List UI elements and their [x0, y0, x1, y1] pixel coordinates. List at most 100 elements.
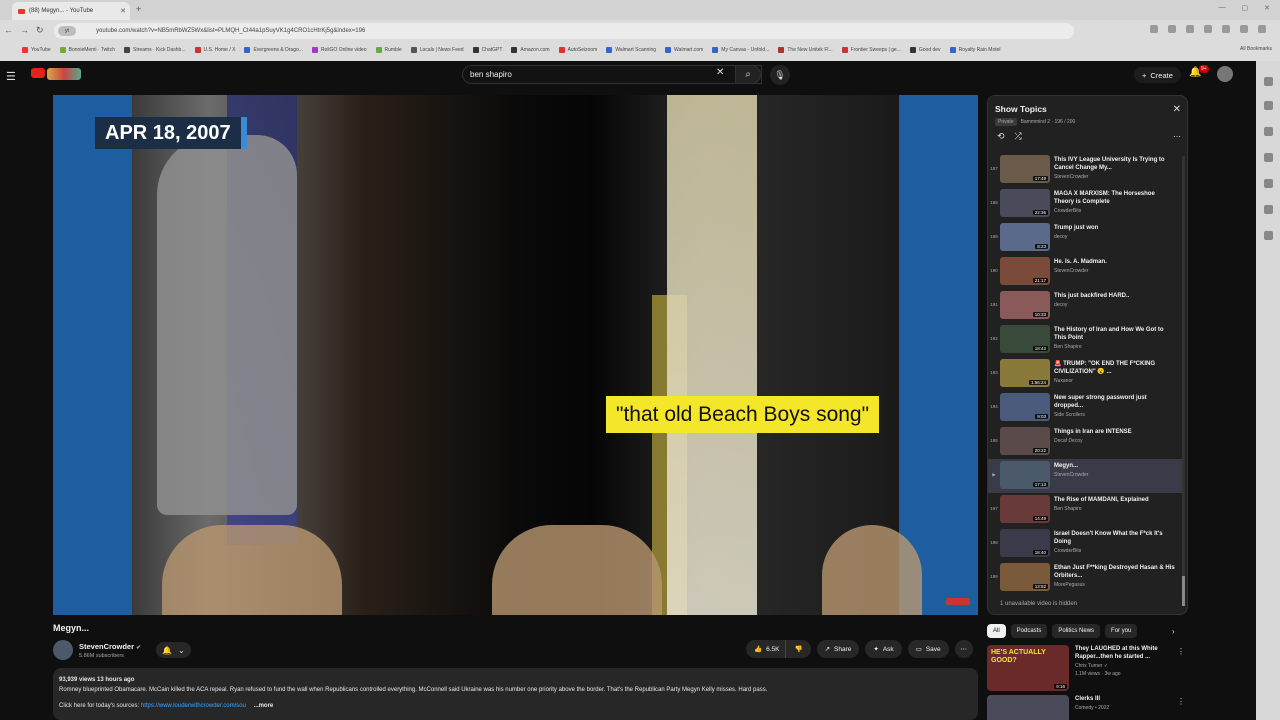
- playlist-item-title[interactable]: Ethan Just F**king Destroyed Hasan & His…: [1054, 564, 1175, 580]
- video-thumbnail[interactable]: 17:49: [1000, 155, 1050, 183]
- playlist-item-title[interactable]: The Rise of MAMDANI, Explained: [1054, 496, 1175, 504]
- playlist-item-title[interactable]: He. Is. A. Madman.: [1054, 258, 1175, 266]
- chevron-right-icon[interactable]: ›: [1172, 627, 1175, 636]
- playlist-scrollbar[interactable]: [1182, 156, 1185, 606]
- forward-icon[interactable]: →: [20, 25, 29, 35]
- extension-icon[interactable]: [1186, 25, 1194, 33]
- minimize-icon[interactable]: —: [1219, 4, 1226, 12]
- playlist-item[interactable]: 198 18:40 Israel Doesn't Know What the F*c…: [988, 527, 1183, 561]
- voice-search-button[interactable]: 🎙: [770, 65, 790, 85]
- more-dots-icon[interactable]: ⋮: [1177, 697, 1185, 706]
- playlist-item[interactable]: 192 18:43 The History of Iran and How We G…: [988, 323, 1183, 357]
- playlist-item-title[interactable]: This IVY League University Is Trying to …: [1054, 156, 1175, 172]
- bookmark-item[interactable]: Rumble: [375, 47, 402, 53]
- bookmark-item[interactable]: BonnieMemi · Twitch: [59, 47, 115, 53]
- back-icon[interactable]: ←: [4, 25, 13, 35]
- video-thumbnail[interactable]: 10:33: [1000, 291, 1050, 319]
- playlist-item[interactable]: 189 8:23 Trump just won decoy: [988, 221, 1183, 255]
- extension-icon[interactable]: [1168, 25, 1176, 33]
- playlist-item-title[interactable]: New super strong password just dropped..…: [1054, 394, 1175, 410]
- playlist-item[interactable]: 197 14:49 The Rise of MAMDANI, Explained Be…: [988, 493, 1183, 527]
- playlist-item-title[interactable]: The History of Iran and How We Got to Th…: [1054, 326, 1175, 342]
- more-dots-icon[interactable]: ⋮: [1177, 647, 1185, 656]
- share-button[interactable]: ↗ Share: [816, 640, 860, 658]
- playlist-item-title[interactable]: MAGA X MARXISM: The Horseshoe Theory is …: [1054, 190, 1175, 206]
- playlist-item[interactable]: 191 10:33 This just backfired HARD.. decoy: [988, 289, 1183, 323]
- video-thumbnail[interactable]: 18:43: [1000, 325, 1050, 353]
- loop-icon[interactable]: ⟲: [997, 131, 1005, 142]
- recommended-thumbnail[interactable]: HE'S ACTUALLY GOOD? 9:16: [987, 645, 1069, 691]
- video-thumbnail[interactable]: 17:13: [1000, 461, 1050, 489]
- recommended-video[interactable]: HE'S ACTUALLY GOOD? 9:16 They LAUGHED at t…: [987, 645, 1187, 693]
- bookmark-item[interactable]: Walmart.com: [665, 47, 703, 53]
- bookmark-item[interactable]: Frontier Sweeps | ge...: [841, 47, 901, 53]
- description-box[interactable]: 93,939 views 13 hours ago Romney bluepri…: [53, 668, 978, 720]
- subscribed-button[interactable]: 🔔 ⌄: [156, 642, 191, 658]
- playlist-item-title[interactable]: 🚨 TRUMP: "OK END THE F*CKING CIVILIZATIO…: [1054, 360, 1175, 376]
- recommended-title[interactable]: Clerks III: [1075, 695, 1174, 703]
- all-bookmarks-link[interactable]: All Bookmarks: [1240, 46, 1272, 52]
- playlist-item[interactable]: 195 20:22 Things in Iran are INTENSE Decaf …: [988, 425, 1183, 459]
- playlist-item-title[interactable]: Megyn...: [1054, 462, 1175, 470]
- reload-icon[interactable]: ↻: [36, 25, 44, 36]
- bookmark-item[interactable]: ChatGPT: [472, 47, 502, 53]
- video-thumbnail[interactable]: 13:52: [1000, 563, 1050, 591]
- browser-menu-icon[interactable]: [1258, 25, 1266, 33]
- extension-icon[interactable]: [1204, 25, 1212, 33]
- close-window-icon[interactable]: ✕: [1264, 4, 1270, 12]
- playlist-item[interactable]: 188 22:36 MAGA X MARXISM: The Horseshoe Th…: [988, 187, 1183, 221]
- playlist-item[interactable]: 199 13:52 Ethan Just F**king Destroyed Has…: [988, 561, 1183, 595]
- menu-icon[interactable]: ☰: [6, 70, 16, 83]
- sidebar-tag-icon[interactable]: [1264, 153, 1273, 162]
- browser-tab[interactable]: (88) Megyn... - YouTube ✕: [12, 2, 130, 20]
- extensions-puzzle-icon[interactable]: [1222, 25, 1230, 33]
- video-thumbnail[interactable]: 1:56:24: [1000, 359, 1050, 387]
- chip-politics-news[interactable]: Politics News: [1052, 624, 1101, 638]
- video-thumbnail[interactable]: 8:23: [1000, 223, 1050, 251]
- clear-search-icon[interactable]: ✕: [716, 67, 724, 78]
- bookmark-item[interactable]: Good dev: [909, 47, 941, 53]
- profile-icon[interactable]: [1240, 25, 1248, 33]
- bookmark-item[interactable]: YouTube: [22, 47, 51, 53]
- close-tab-icon[interactable]: ✕: [120, 7, 126, 15]
- sidebar-app-icon[interactable]: [1264, 101, 1273, 110]
- like-button[interactable]: 👍 6.5K: [746, 640, 786, 658]
- sidebar-add-icon[interactable]: [1264, 231, 1273, 240]
- chip-for-you[interactable]: For you: [1105, 624, 1138, 638]
- ask-button[interactable]: ✦ Ask: [865, 640, 902, 658]
- chip-podcasts[interactable]: Podcasts: [1010, 624, 1048, 638]
- channel-watermark-icon[interactable]: [946, 598, 970, 605]
- playlist-item-title[interactable]: This just backfired HARD..: [1054, 292, 1175, 300]
- bookmark-item[interactable]: AutoSeizoom: [558, 47, 597, 53]
- playlist-menu-icon[interactable]: ⋯: [1173, 132, 1181, 141]
- dislike-button[interactable]: 👎: [785, 640, 811, 658]
- bookmark-item[interactable]: Amazon.com: [511, 47, 550, 53]
- sidebar-game-icon[interactable]: [1264, 179, 1273, 188]
- recommended-video[interactable]: Clerks III Comedy • 2022 ⋮: [987, 695, 1187, 720]
- sidebar-search-icon[interactable]: [1264, 77, 1273, 86]
- playlist-item[interactable]: 194 9:03 New super strong password just dr…: [988, 391, 1183, 425]
- youtube-doodle-logo[interactable]: [47, 68, 81, 80]
- new-tab-icon[interactable]: +: [136, 4, 141, 14]
- recommended-title[interactable]: They LAUGHED at this White Rapper...then…: [1075, 645, 1174, 661]
- bookmark-star-icon[interactable]: [1150, 25, 1158, 33]
- video-thumbnail[interactable]: 21:17: [1000, 257, 1050, 285]
- bookmark-item[interactable]: Locals | News Feed: [410, 47, 464, 53]
- sidebar-tools-icon[interactable]: [1264, 205, 1273, 214]
- url-field[interactable]: yt youtube.com/watch?v=NB5mRbWZ5Wx&list=…: [54, 23, 1074, 39]
- bookmark-item[interactable]: Evergreens & Drago...: [244, 47, 303, 53]
- maximize-icon[interactable]: ▢: [1242, 4, 1249, 12]
- sidebar-edit-icon[interactable]: [1264, 127, 1273, 136]
- video-player[interactable]: APR 18, 2007 "that old Beach Boys song": [53, 95, 978, 615]
- bookmark-item[interactable]: U.S. Home / X: [194, 47, 235, 53]
- bookmark-item[interactable]: Royalty Rain Motel: [949, 47, 1001, 53]
- channel-avatar[interactable]: [53, 640, 73, 660]
- channel-name[interactable]: StevenCrowder ✔: [79, 642, 141, 651]
- shuffle-icon[interactable]: ⤮: [1015, 131, 1022, 142]
- video-thumbnail[interactable]: 9:03: [1000, 393, 1050, 421]
- recommended-thumbnail[interactable]: [987, 695, 1069, 720]
- playlist-item-title[interactable]: Things in Iran are INTENSE: [1054, 428, 1175, 436]
- scroll-thumb[interactable]: [1182, 576, 1185, 606]
- bookmark-item[interactable]: ReliGO Online video: [311, 47, 367, 53]
- playlist-item[interactable]: 187 17:49 This IVY League University Is Tr…: [988, 153, 1183, 187]
